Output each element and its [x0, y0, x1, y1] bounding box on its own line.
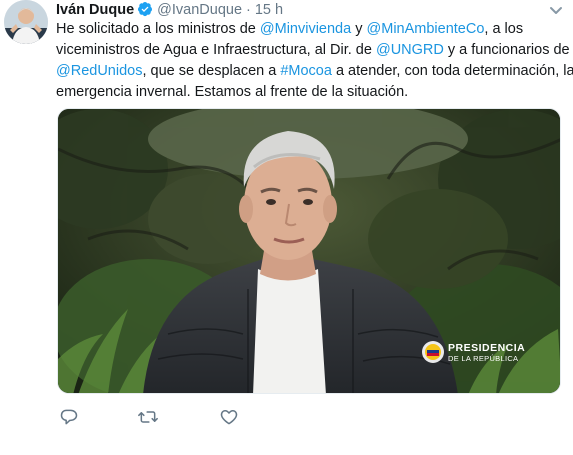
- tweet-text-segment: emergencia invernal. Estamos al frente d…: [56, 84, 409, 100]
- reply-icon[interactable]: [56, 404, 82, 430]
- hashtag-link[interactable]: #Mocoa: [280, 63, 332, 79]
- mention-link[interactable]: @RedUnidos: [56, 63, 142, 79]
- tweet-timestamp[interactable]: 15 h: [255, 2, 283, 18]
- logo-line2: DE LA REPÚBLICA: [448, 354, 519, 363]
- presidencia-logo-text: PRESIDENCIA DE LA REPÚBLICA: [448, 343, 525, 364]
- tweet-text: He solicitado a los ministros de @Minviv…: [56, 19, 573, 103]
- tweet-header: Iván Duque @IvanDuque · 15 h: [56, 0, 283, 20]
- tweet-text-line: viceministros de Agua e Infraestructura,…: [56, 40, 570, 61]
- author-name[interactable]: Iván Duque: [56, 2, 134, 18]
- separator-dot: ·: [246, 2, 251, 18]
- tweet-text-segment: y: [351, 21, 367, 37]
- presidencia-logo: [422, 341, 444, 363]
- author-handle[interactable]: @IvanDuque: [157, 2, 242, 18]
- tweet-text-line: emergencia invernal. Estamos al frente d…: [56, 82, 561, 103]
- tweet-text-segment: a atender, con toda determinación, la: [331, 63, 573, 79]
- mention-link[interactable]: @MinAmbienteCo: [367, 21, 485, 37]
- tweet-text-segment: , que se desplacen a: [142, 63, 281, 79]
- more-options-chevron-icon[interactable]: [549, 4, 563, 16]
- tweet-video[interactable]: PRESIDENCIA DE LA REPÚBLICA: [57, 108, 561, 394]
- tweet-text-segment: He solicitado a los ministros de: [56, 21, 260, 37]
- tweet-text-segment: viceministros de Agua e Infraestructura,…: [56, 42, 376, 58]
- tweet-text-line: @RedUnidos, que se desplacen a #Mocoa a …: [56, 61, 573, 82]
- retweet-icon[interactable]: [135, 404, 161, 430]
- like-icon[interactable]: [216, 404, 242, 430]
- tweet-text-segment: y a funcionarios de: [443, 42, 570, 58]
- mention-link[interactable]: @UNGRD: [376, 42, 444, 58]
- tweet[interactable]: Iván Duque @IvanDuque · 15 h He solicitado …: [0, 0, 573, 455]
- tweet-text-segment: , a los: [484, 21, 524, 37]
- logo-line1: PRESIDENCIA: [448, 342, 526, 354]
- mention-link[interactable]: @Minvivienda: [260, 21, 351, 37]
- author-avatar[interactable]: [4, 0, 48, 44]
- tweet-text-line: He solicitado a los ministros de @Minviv…: [56, 19, 561, 40]
